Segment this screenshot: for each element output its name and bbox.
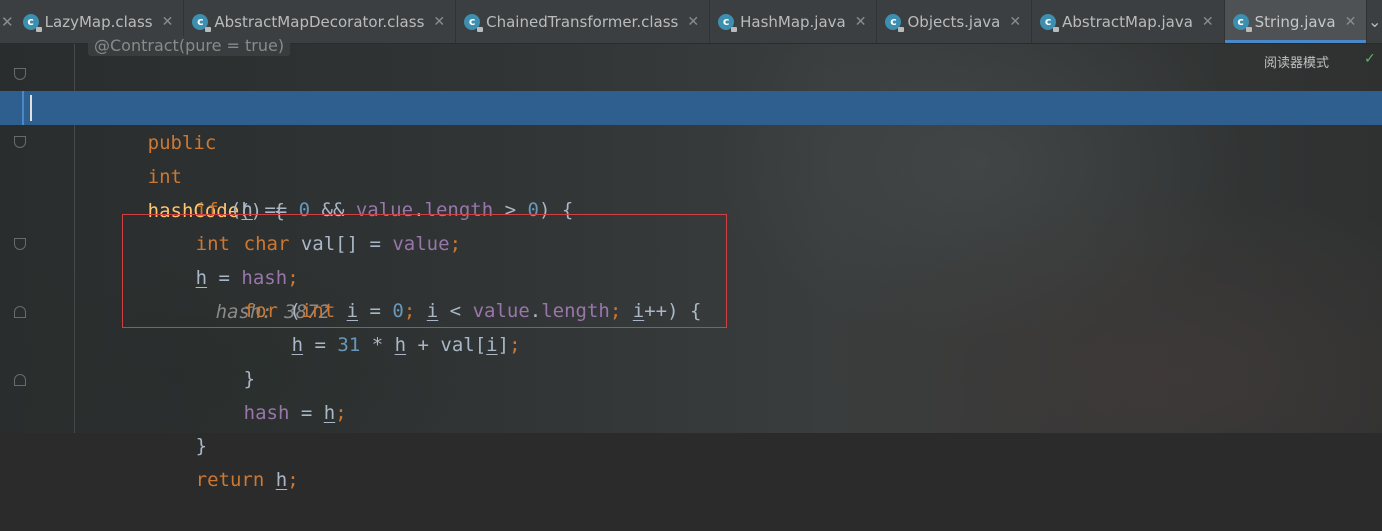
close-icon[interactable]: ✕ (855, 14, 867, 30)
code-line: hash = h; (0, 328, 1382, 424)
class-icon: c (885, 13, 905, 32)
close-icon[interactable]: ✕ (687, 14, 699, 30)
class-icon: c (464, 13, 484, 32)
line-marker (22, 91, 24, 125)
tab-label: Objects.java (907, 12, 1001, 31)
close-icon[interactable]: ✕ (433, 14, 445, 30)
tab-chainedtransformer[interactable]: c ChainedTransformer.class ✕ (456, 0, 711, 43)
code-line: return h; (0, 395, 1382, 491)
tab-objects[interactable]: c Objects.java ✕ (877, 0, 1033, 43)
tab-label: ChainedTransformer.class (486, 12, 679, 31)
tab-label: AbstractMapDecorator.class (214, 12, 425, 31)
code-line: if (h == 0 && value.length > 0) { (0, 125, 1382, 221)
class-icon: c (1040, 13, 1060, 32)
class-icon: c (22, 13, 42, 32)
chevron-down-icon[interactable]: ⌄ (1367, 0, 1382, 43)
tab-label: String.java (1254, 12, 1336, 31)
class-icon: c (192, 13, 212, 32)
code-line: } (0, 361, 1382, 457)
execution-line: int h = hash; hash: 3872 (0, 91, 1382, 323)
class-icon: c (1232, 13, 1252, 32)
text-caret (30, 95, 32, 121)
tab-label: LazyMap.class (44, 12, 153, 31)
close-icon[interactable]: ✕ (1202, 14, 1214, 30)
code-text: ; (287, 469, 299, 491)
close-icon[interactable]: ✕ (0, 0, 15, 43)
tab-hashmap[interactable]: c HashMap.java ✕ (710, 0, 878, 43)
tab-abstractmap[interactable]: c AbstractMap.java ✕ (1032, 0, 1225, 43)
variable: h (275, 469, 288, 491)
tab-label: HashMap.java (740, 12, 846, 31)
annotation-highlight-box (122, 214, 727, 328)
close-icon[interactable]: ✕ (1009, 14, 1021, 30)
code-line: char val[] = value; (0, 159, 1382, 255)
close-icon[interactable]: ✕ (1345, 14, 1357, 30)
keyword: return (195, 469, 265, 491)
code-line: public int hashCode() { (0, 58, 1382, 222)
tab-string[interactable]: c String.java ✕ (1224, 0, 1368, 43)
tab-label: AbstractMap.java (1062, 12, 1193, 31)
class-icon: c (718, 13, 738, 32)
close-icon[interactable]: ✕ (162, 14, 174, 30)
contract-annotation: @Contract(pure = true) (88, 36, 291, 56)
